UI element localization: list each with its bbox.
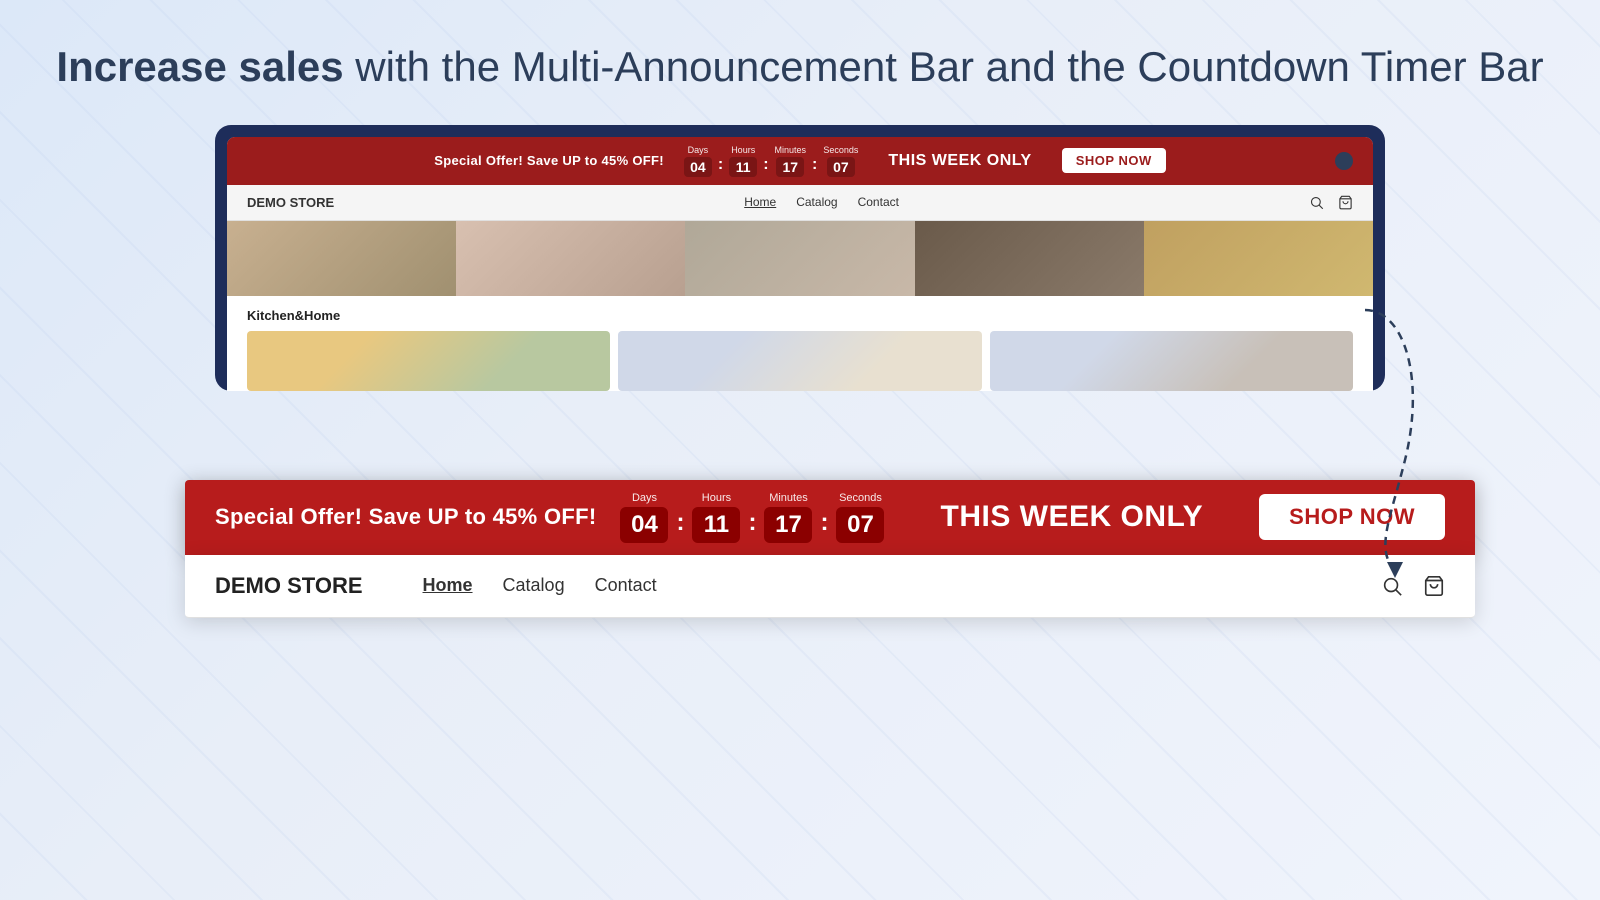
browser-mock: Special Offer! Save UP to 45% OFF! Days … <box>215 125 1385 391</box>
countdown-seconds-large: Seconds 07 <box>836 492 884 543</box>
countdown-days-small: Days 04 <box>684 145 712 177</box>
bottom-images <box>247 331 1353 391</box>
bottom-img-3 <box>990 331 1353 391</box>
browser-dot <box>1335 152 1353 170</box>
store-logo-large: DEMO STORE <box>215 573 363 599</box>
product-img-1 <box>227 221 456 296</box>
product-img-5 <box>1144 221 1373 296</box>
page-heading: Increase sales with the Multi-Announceme… <box>0 0 1600 125</box>
store-nav-links-small: Home Catalog Contact <box>744 195 899 209</box>
product-img-2 <box>456 221 685 296</box>
store-nav-links-large: Home Catalog Contact <box>423 575 657 596</box>
countdown-hours-small: Hours 11 <box>729 145 757 177</box>
sep1-small: : <box>716 156 725 174</box>
store-logo-small: DEMO STORE <box>247 195 334 210</box>
sep3-large: : <box>818 509 830 537</box>
cart-icon-small[interactable] <box>1338 195 1353 210</box>
announcement-bar-small: Special Offer! Save UP to 45% OFF! Days … <box>227 137 1373 185</box>
product-images-row <box>227 221 1373 296</box>
store-nav-large: DEMO STORE Home Catalog Contact <box>185 555 1475 618</box>
product-img-4 <box>915 221 1144 296</box>
nav-home-large[interactable]: Home <box>423 575 473 596</box>
nav-catalog-small[interactable]: Catalog <box>796 195 837 209</box>
bottom-img-2 <box>618 331 981 391</box>
countdown-minutes-small: Minutes 17 <box>775 145 807 177</box>
store-nav-small: DEMO STORE Home Catalog Contact <box>227 185 1373 221</box>
bottom-content: Kitchen&Home <box>227 296 1373 391</box>
search-icon-small[interactable] <box>1309 195 1324 210</box>
browser-inner: Special Offer! Save UP to 45% OFF! Days … <box>227 137 1373 391</box>
dashed-arrow <box>1345 300 1445 585</box>
heading-bold: Increase sales <box>56 43 343 90</box>
this-week-small: THIS WEEK ONLY <box>888 152 1031 170</box>
store-nav-icons-small <box>1309 195 1353 210</box>
countdown-small: Days 04 : Hours 11 : Minutes 17 : Second… <box>684 145 859 177</box>
bottom-img-1 <box>247 331 610 391</box>
nav-contact-small[interactable]: Contact <box>858 195 899 209</box>
sep2-large: : <box>746 509 758 537</box>
sep2-small: : <box>761 156 770 174</box>
sep1-large: : <box>674 509 686 537</box>
announcement-text-small: Special Offer! Save UP to 45% OFF! <box>434 153 664 168</box>
countdown-seconds-small: Seconds 07 <box>823 145 858 177</box>
countdown-minutes-large: Minutes 17 <box>764 492 812 543</box>
countdown-days-large: Days 04 <box>620 492 668 543</box>
heading-rest: with the Multi-Announcement Bar and the … <box>344 43 1544 90</box>
sep3-small: : <box>810 156 819 174</box>
countdown-hours-large: Hours 11 <box>692 492 740 543</box>
announcement-bar-large: Special Offer! Save UP to 45% OFF! Days … <box>185 480 1475 555</box>
kitchen-home-title: Kitchen&Home <box>247 308 1353 323</box>
announcement-text-large: Special Offer! Save UP to 45% OFF! <box>215 504 596 530</box>
this-week-large: THIS WEEK ONLY <box>908 500 1235 534</box>
nav-home-small[interactable]: Home <box>744 195 776 209</box>
product-img-3 <box>685 221 914 296</box>
nav-catalog-large[interactable]: Catalog <box>503 575 565 596</box>
countdown-large: Days 04 : Hours 11 : Minutes 17 : Second… <box>620 492 884 543</box>
nav-contact-large[interactable]: Contact <box>595 575 657 596</box>
shop-now-button-small[interactable]: SHOP NOW <box>1062 148 1166 173</box>
